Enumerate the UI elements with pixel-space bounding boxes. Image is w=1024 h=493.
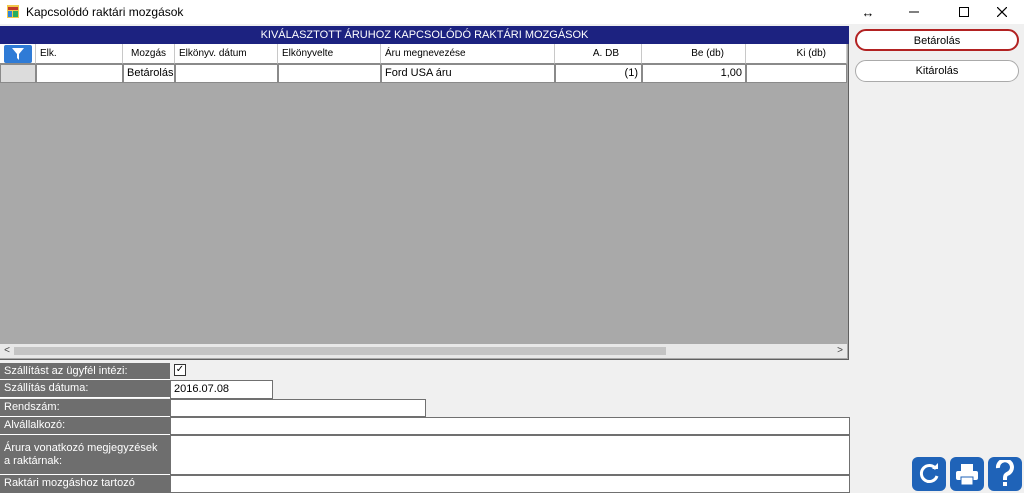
column-header-elkonyvelte[interactable]: Elkönyvelte [278, 44, 381, 64]
column-header-a-db[interactable]: A. DB [555, 44, 642, 64]
window-title: Kapcsolódó raktári mozgások [26, 5, 184, 19]
close-button[interactable] [985, 0, 1019, 24]
column-header-aru-megnevezese[interactable]: Áru megnevezése [381, 44, 555, 64]
szallitas-datum-label: Szállítás dátuma: [0, 380, 170, 398]
table-cell-elk[interactable] [36, 64, 123, 83]
betarolas-button[interactable]: Betárolás [855, 29, 1019, 51]
rendszam-field[interactable] [170, 399, 426, 417]
grid-title: KIVÁLASZTOTT ÁRUHOZ KAPCSOLÓDÓ RAKTÁRI M… [0, 26, 849, 44]
megjegyzes-label: Árura vonatkozó megjegyzések a raktárnak… [0, 435, 170, 475]
column-header-ki[interactable]: Ki (db) [746, 44, 847, 64]
alvallalkozo-field[interactable] [170, 417, 850, 435]
megjegyzes-field[interactable] [170, 435, 850, 475]
table-cell-mozgas[interactable]: Betárolás [123, 64, 175, 83]
scrollbar-thumb[interactable] [14, 347, 666, 355]
tartozo-field[interactable] [170, 475, 850, 493]
column-header-mozgas[interactable]: Mozgás [123, 44, 175, 64]
szallitas-ugyfel-checkbox[interactable]: ✓ [174, 364, 186, 376]
horizontal-scrollbar[interactable]: < > [0, 344, 847, 358]
printer-icon [956, 464, 978, 486]
help-icon [995, 460, 1014, 486]
window-titlebar: Kapcsolódó raktári mozgások ↔ [0, 0, 1024, 24]
kitarolas-button[interactable]: Kitárolás [855, 60, 1019, 82]
tartozo-label: Raktári mozgáshoz tartozó [0, 475, 170, 493]
table-cell-a-db[interactable]: (1) [555, 64, 642, 83]
checkmark-icon: ✓ [175, 364, 185, 375]
table-cell-elkonyvelte[interactable] [278, 64, 381, 83]
minimize-icon [909, 11, 919, 13]
filter-column-header [0, 44, 36, 64]
table-cell-datum[interactable] [175, 64, 278, 83]
table-cell-aru[interactable]: Ford USA áru [381, 64, 555, 83]
table-cell-be[interactable]: 1,00 [642, 64, 746, 83]
maximize-icon [959, 7, 969, 17]
print-button[interactable] [950, 457, 984, 491]
refresh-icon [919, 463, 939, 483]
rendszam-label: Rendszám: [0, 399, 170, 417]
filter-icon [12, 48, 24, 60]
alvallalkozo-label: Alvállalkozó: [0, 417, 170, 435]
table-cell-ki[interactable] [746, 64, 847, 83]
scroll-left-icon[interactable]: < [0, 344, 14, 358]
app-icon [7, 5, 19, 18]
refresh-button[interactable] [912, 457, 946, 491]
column-header-elkonyv-datum[interactable]: Elkönyv. dátum [175, 44, 278, 64]
szallitas-datum-field[interactable]: 2016.07.08 [170, 380, 273, 399]
column-header-elk[interactable]: Elk. [36, 44, 123, 64]
help-button[interactable] [988, 457, 1022, 491]
movements-grid: Elk. Mozgás Elkönyv. dátum Elkönyvelte Á… [0, 44, 849, 360]
minimize-button[interactable] [897, 0, 931, 24]
row-selector[interactable] [0, 64, 36, 83]
scroll-right-icon[interactable]: > [833, 344, 847, 358]
column-header-be[interactable]: Be (db) [642, 44, 746, 64]
resize-icon[interactable]: ↔ [851, 0, 885, 24]
maximize-button[interactable] [947, 0, 981, 24]
close-icon [997, 7, 1007, 17]
szallitas-ugyfel-label: Szállítást az ügyfél intézi: [0, 363, 170, 380]
filter-button[interactable] [4, 45, 32, 63]
